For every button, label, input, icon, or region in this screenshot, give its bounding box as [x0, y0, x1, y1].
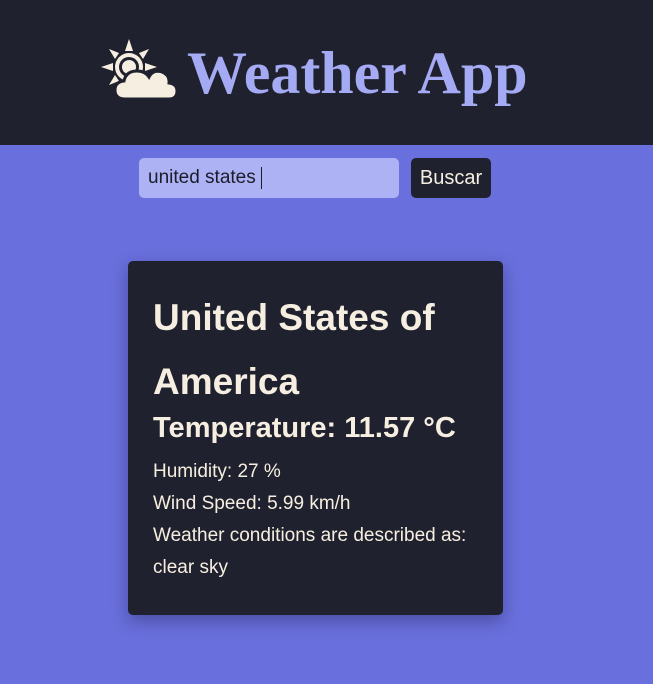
temperature-value: Temperature: 11.57 °C	[153, 412, 456, 444]
humidity-value: Humidity: 27 %	[153, 461, 281, 482]
city-name: United States of America	[153, 297, 435, 402]
search-button[interactable]: Buscar	[411, 158, 491, 198]
weather-card: United States of America Temperature: 11…	[128, 261, 503, 615]
app-header: Weather App	[0, 0, 653, 145]
weather-conditions: Weather conditions are described as: cle…	[153, 525, 467, 578]
search-input[interactable]	[139, 158, 399, 198]
app-title: Weather App	[187, 40, 528, 106]
sun-behind-cloud-icon	[101, 39, 179, 101]
text-caret	[261, 167, 262, 189]
wind-speed-value: Wind Speed: 5.99 km/h	[153, 493, 351, 514]
